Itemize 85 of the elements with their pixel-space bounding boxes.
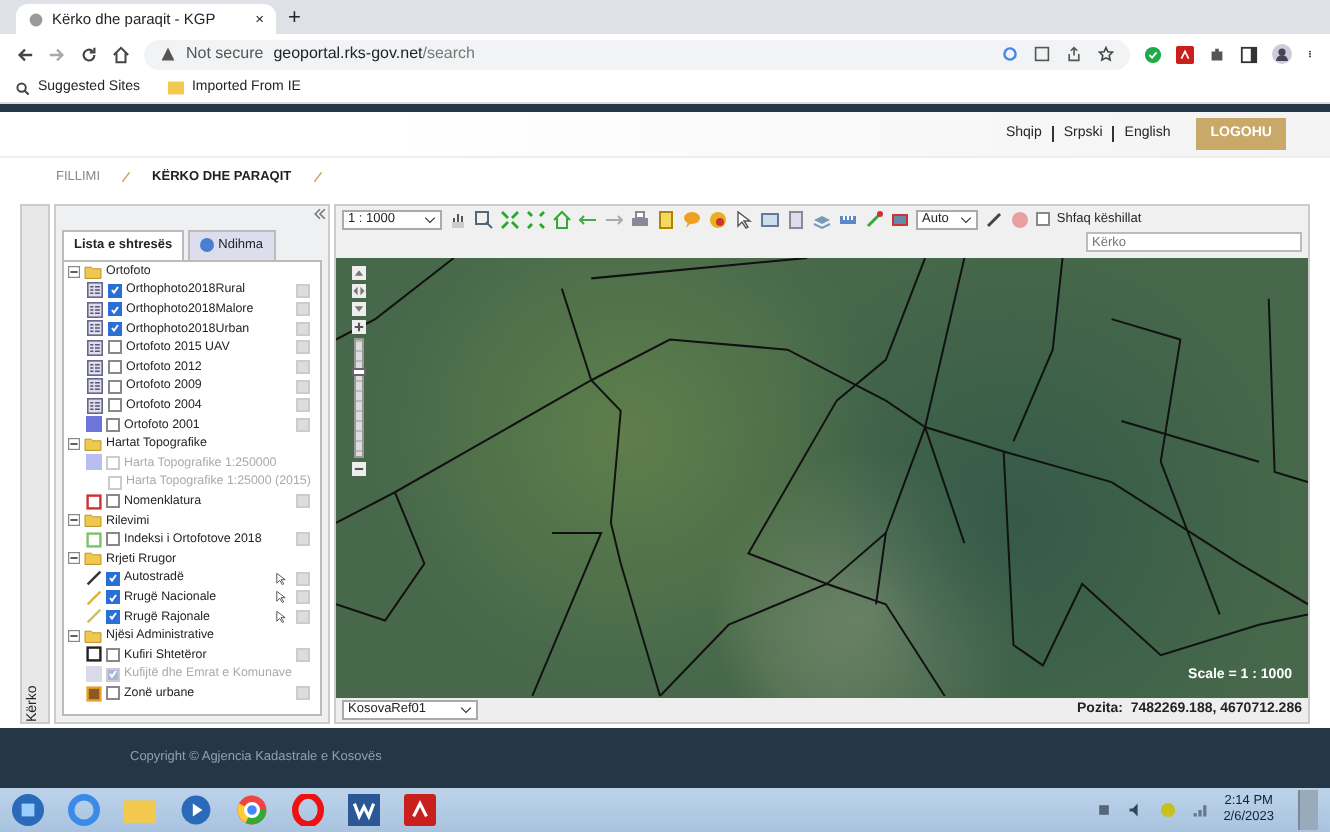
- caret-icon: [460, 704, 472, 716]
- legend-grid-icon: [86, 320, 104, 337]
- layer-checkbox[interactable]: [106, 532, 120, 547]
- collapse-toggle-icon[interactable]: [68, 552, 80, 565]
- new-tab-button[interactable]: +: [288, 1, 301, 34]
- warning-icon: [160, 46, 176, 62]
- layers-icon[interactable]: [812, 210, 832, 230]
- reload-icon[interactable]: [80, 45, 98, 63]
- pdf-icon[interactable]: [404, 794, 436, 826]
- collapse-icon[interactable]: [312, 206, 328, 222]
- slash-icon: [120, 168, 133, 186]
- speech-bubble-icon[interactable]: [682, 210, 702, 230]
- layer-checkbox[interactable]: [108, 360, 122, 375]
- folder-icon: [84, 435, 102, 452]
- check-circle-icon[interactable]: [1144, 45, 1162, 63]
- collapse-toggle-icon[interactable]: [68, 265, 80, 278]
- layer-checkbox[interactable]: [108, 321, 122, 336]
- print-icon[interactable]: [630, 210, 650, 230]
- home-icon[interactable]: [112, 45, 130, 63]
- layer-checkbox[interactable]: [106, 590, 120, 605]
- zoom-box-icon[interactable]: [474, 210, 494, 230]
- folder-icon: [167, 80, 184, 96]
- expand-arrows-icon[interactable]: [500, 210, 520, 230]
- collapse-toggle-icon[interactable]: [68, 629, 80, 642]
- arrow-right-icon[interactable]: [604, 210, 624, 230]
- caret-icon: [424, 214, 436, 226]
- layer-checkbox[interactable]: [106, 609, 120, 624]
- star-icon[interactable]: [1098, 46, 1114, 62]
- layer-checkbox[interactable]: [108, 302, 122, 317]
- collapse-toggle-icon[interactable]: [68, 437, 80, 450]
- profile-icon[interactable]: [1272, 44, 1292, 64]
- opera-icon[interactable]: [292, 794, 324, 826]
- tips-checkbox[interactable]: [1036, 212, 1051, 226]
- legend-grid-icon: [86, 282, 104, 299]
- folder-icon: [84, 627, 102, 644]
- layer-checkbox[interactable]: [106, 647, 120, 662]
- layer-checkbox[interactable]: [106, 417, 120, 432]
- info-bubble-icon[interactable]: [708, 210, 728, 230]
- layer-checkbox[interactable]: [108, 340, 122, 355]
- layer-checkbox[interactable]: [108, 379, 122, 394]
- zoom-slider-track[interactable]: [353, 338, 363, 458]
- legend-grid-icon: [86, 339, 104, 356]
- security-label: Not secure: [186, 42, 264, 66]
- start-orb-icon[interactable]: [12, 794, 44, 826]
- legend-grid-icon: [86, 378, 104, 395]
- cursor-icon[interactable]: [274, 609, 288, 624]
- caret-icon: [960, 214, 973, 226]
- back-icon[interactable]: [16, 45, 34, 63]
- layer-checkbox[interactable]: [106, 494, 120, 509]
- forward-icon[interactable]: [48, 45, 66, 63]
- document-icon[interactable]: [656, 210, 676, 230]
- layer-checkbox[interactable]: [106, 571, 120, 586]
- url-text[interactable]: geoportal.rks-gov.net/search: [273, 42, 475, 66]
- help-icon: [200, 237, 215, 252]
- share-icon[interactable]: [1066, 46, 1082, 62]
- ruler-icon[interactable]: [838, 210, 858, 230]
- speaker-icon[interactable]: [1127, 802, 1144, 818]
- collapse-toggle-icon[interactable]: [68, 514, 80, 527]
- identify-icon[interactable]: [760, 210, 780, 230]
- shrink-arrows-icon[interactable]: [526, 210, 546, 230]
- layer-checkbox[interactable]: [108, 398, 122, 413]
- word-icon[interactable]: [348, 794, 380, 826]
- zoom-slider-handle[interactable]: [351, 368, 365, 376]
- cursor-icon[interactable]: [274, 571, 288, 586]
- layer-checkbox[interactable]: [106, 686, 120, 701]
- cursor-icon[interactable]: [274, 590, 288, 605]
- legend-grid-icon: [86, 397, 104, 414]
- search-icon: [16, 81, 30, 95]
- pdf-icon[interactable]: [1176, 45, 1194, 63]
- arrow-left-icon[interactable]: [578, 210, 598, 230]
- folder-icon: [84, 550, 102, 567]
- chrome-icon[interactable]: [236, 794, 268, 826]
- legend-grid-icon: [86, 301, 104, 318]
- media-player-icon[interactable]: [180, 794, 212, 826]
- query-icon[interactable]: [786, 210, 806, 230]
- signal-icon[interactable]: [1191, 802, 1208, 818]
- legend-grid-icon: [86, 359, 104, 376]
- slash-icon: [311, 168, 324, 186]
- area-icon[interactable]: [890, 210, 910, 230]
- layer-checkbox[interactable]: [108, 283, 122, 298]
- measure-icon[interactable]: [864, 210, 884, 230]
- pointer-icon[interactable]: [734, 210, 754, 230]
- sidebar-icon[interactable]: [1240, 45, 1258, 63]
- folder-icon: [84, 512, 102, 529]
- pen-icon[interactable]: [984, 210, 1005, 230]
